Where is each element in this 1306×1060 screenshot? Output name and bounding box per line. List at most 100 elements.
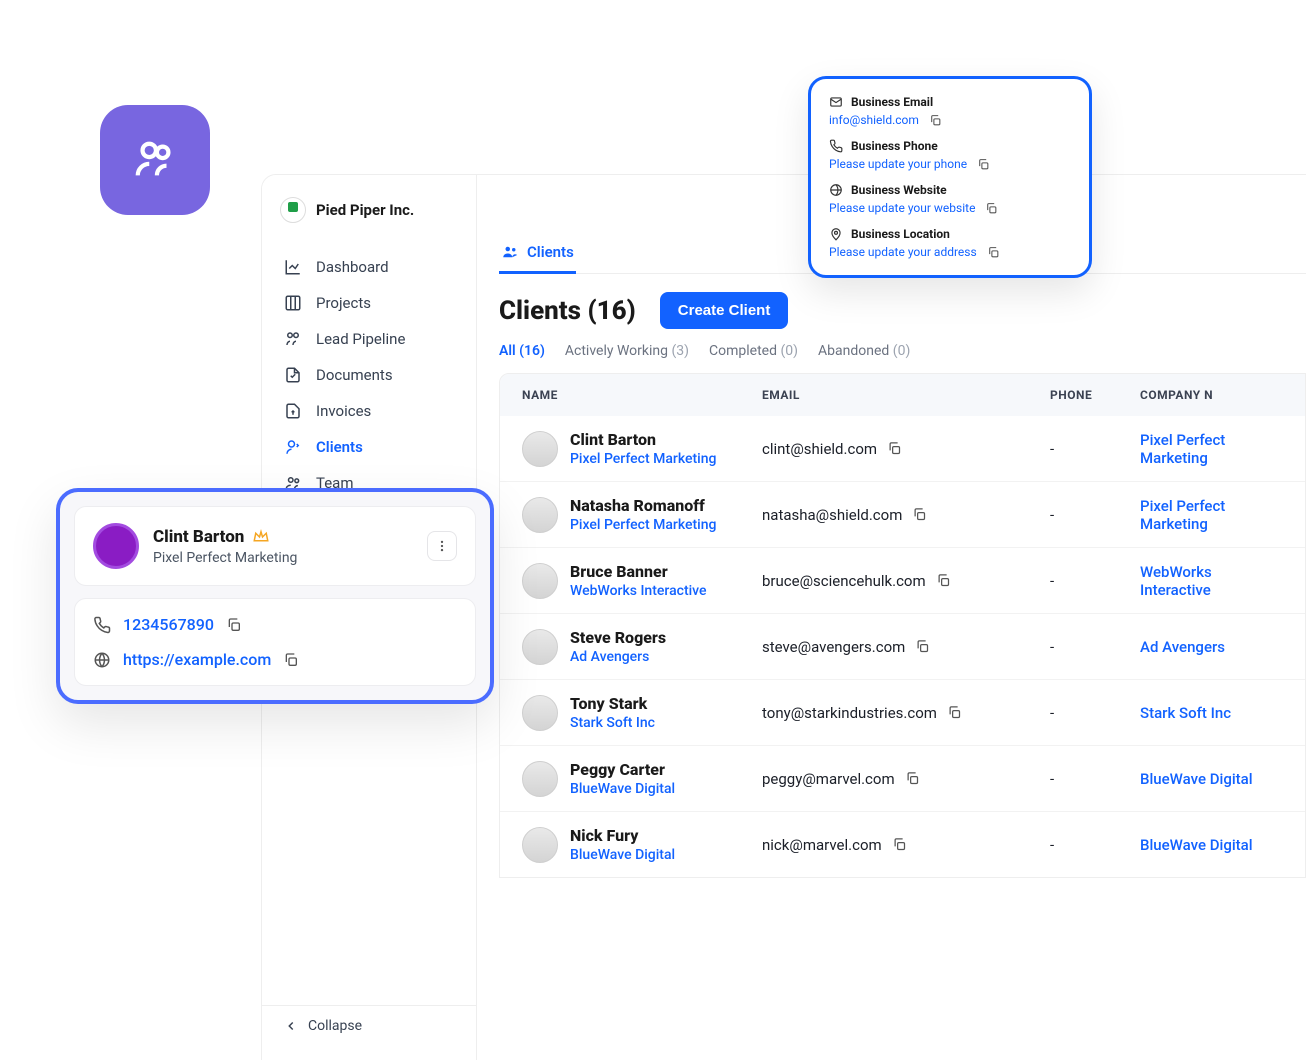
- client-name: Clint Barton: [570, 430, 716, 449]
- copy-icon[interactable]: [892, 837, 907, 852]
- invoice-icon: [284, 402, 302, 420]
- business-website-field: Business Website Please update your webs…: [829, 183, 1071, 215]
- copy-icon[interactable]: [947, 705, 962, 720]
- client-website-row: https://example.com: [93, 650, 457, 669]
- avatar: [522, 761, 558, 797]
- copy-icon[interactable]: [977, 158, 990, 171]
- avatar: [522, 629, 558, 665]
- client-company-col[interactable]: Pixel Perfect Marketing: [1140, 497, 1283, 533]
- sidebar-item-label: Documents: [316, 366, 393, 384]
- filter-completed[interactable]: Completed (0): [709, 343, 798, 359]
- client-website[interactable]: https://example.com: [123, 650, 271, 669]
- copy-icon[interactable]: [929, 114, 942, 127]
- client-phone: -: [1050, 638, 1140, 656]
- header-company[interactable]: COMPANY N: [1140, 388, 1283, 402]
- more-actions-button[interactable]: [427, 531, 457, 561]
- client-phone: -: [1050, 506, 1140, 524]
- business-website-value[interactable]: Please update your website: [829, 201, 1071, 215]
- globe-icon: [829, 183, 843, 197]
- copy-icon[interactable]: [915, 639, 930, 654]
- sidebar-item-projects[interactable]: Projects: [262, 285, 476, 321]
- client-header-row: Clint Barton Pixel Perfect Marketing: [74, 506, 476, 586]
- table-row[interactable]: Bruce Banner WebWorks Interactive bruce@…: [500, 548, 1305, 614]
- client-email: bruce@sciencehulk.com: [762, 572, 926, 590]
- business-location-value[interactable]: Please update your address: [829, 245, 1071, 259]
- pipeline-icon: [284, 330, 302, 348]
- sidebar-item-dashboard[interactable]: Dashboard: [262, 249, 476, 285]
- copy-icon[interactable]: [912, 507, 927, 522]
- client-company-col[interactable]: Stark Soft Inc: [1140, 704, 1283, 722]
- filter-all[interactable]: All (16): [499, 343, 545, 359]
- tab-clients[interactable]: Clients: [499, 233, 576, 274]
- client-company-col[interactable]: BlueWave Digital: [1140, 836, 1283, 854]
- copy-icon[interactable]: [985, 202, 998, 215]
- sidebar-item-label: Projects: [316, 294, 371, 312]
- business-phone-value[interactable]: Please update your phone: [829, 157, 1071, 171]
- client-name: Natasha Romanoff: [570, 496, 716, 515]
- sidebar-item-leadpipeline[interactable]: Lead Pipeline: [262, 321, 476, 357]
- client-subtitle: Pixel Perfect Marketing: [153, 550, 297, 566]
- org-selector[interactable]: Pied Piper Inc.: [262, 189, 476, 237]
- table-row[interactable]: Nick Fury BlueWave Digital nick@marvel.c…: [500, 812, 1305, 877]
- table-row[interactable]: Steve Rogers Ad Avengers steve@avengers.…: [500, 614, 1305, 680]
- collapse-label: Collapse: [308, 1018, 362, 1034]
- document-icon: [284, 366, 302, 384]
- client-company-link[interactable]: WebWorks Interactive: [570, 583, 707, 599]
- client-company-link[interactable]: Ad Avengers: [570, 649, 666, 665]
- avatar: [522, 695, 558, 731]
- sidebar-item-clients[interactable]: Clients: [262, 429, 476, 465]
- client-company-link[interactable]: Pixel Perfect Marketing: [570, 451, 716, 467]
- header-phone[interactable]: PHONE: [1050, 388, 1140, 402]
- client-name: Peggy Carter: [570, 760, 675, 779]
- header-email[interactable]: EMAIL: [762, 388, 1050, 402]
- client-phone: -: [1050, 572, 1140, 590]
- sidebar-item-invoices[interactable]: Invoices: [262, 393, 476, 429]
- collapse-sidebar[interactable]: Collapse: [262, 1005, 476, 1046]
- copy-icon[interactable]: [283, 652, 299, 668]
- business-phone-field: Business Phone Please update your phone: [829, 139, 1071, 171]
- copy-icon[interactable]: [226, 617, 242, 633]
- create-client-button[interactable]: Create Client: [660, 292, 789, 329]
- client-email: peggy@marvel.com: [762, 770, 895, 788]
- table-row[interactable]: Tony Stark Stark Soft Inc tony@starkindu…: [500, 680, 1305, 746]
- sidebar-item-label: Lead Pipeline: [316, 330, 405, 348]
- client-company-col[interactable]: Pixel Perfect Marketing: [1140, 431, 1283, 467]
- client-contact-row: 1234567890 https://example.com: [74, 598, 476, 686]
- sidebar-item-label: Invoices: [316, 402, 371, 420]
- copy-icon[interactable]: [936, 573, 951, 588]
- business-phone-label: Business Phone: [829, 139, 1071, 153]
- crown-icon: [252, 528, 270, 546]
- table-row[interactable]: Clint Barton Pixel Perfect Marketing cli…: [500, 416, 1305, 482]
- client-company-link[interactable]: Stark Soft Inc: [570, 715, 655, 731]
- copy-icon[interactable]: [987, 246, 1000, 259]
- copy-icon[interactable]: [887, 441, 902, 456]
- client-company-link[interactable]: BlueWave Digital: [570, 781, 675, 797]
- client-company-link[interactable]: BlueWave Digital: [570, 847, 675, 863]
- person-icon: [284, 438, 302, 456]
- filter-actively-working[interactable]: Actively Working (3): [565, 343, 689, 359]
- table-row[interactable]: Natasha Romanoff Pixel Perfect Marketing…: [500, 482, 1305, 548]
- client-company-col[interactable]: WebWorks Interactive: [1140, 563, 1283, 599]
- globe-icon: [93, 651, 111, 669]
- copy-icon[interactable]: [905, 771, 920, 786]
- business-info-card: Business Email info@shield.com Business …: [808, 76, 1092, 278]
- app-icon: [100, 105, 210, 215]
- business-location-field: Business Location Please update your add…: [829, 227, 1071, 259]
- business-email-value[interactable]: info@shield.com: [829, 113, 1071, 127]
- filter-abandoned[interactable]: Abandoned (0): [818, 343, 910, 359]
- client-company-link[interactable]: Pixel Perfect Marketing: [570, 517, 716, 533]
- table-row[interactable]: Peggy Carter BlueWave Digital peggy@marv…: [500, 746, 1305, 812]
- client-name: Steve Rogers: [570, 628, 666, 647]
- sidebar-item-label: Dashboard: [316, 258, 389, 276]
- header-name[interactable]: NAME: [522, 388, 762, 402]
- client-company-col[interactable]: Ad Avengers: [1140, 638, 1283, 656]
- tab-label: Clients: [527, 243, 574, 261]
- client-email: nick@marvel.com: [762, 836, 882, 854]
- people-icon: [132, 137, 178, 183]
- client-name: Clint Barton: [153, 527, 244, 547]
- client-phone: -: [1050, 440, 1140, 458]
- client-company-col[interactable]: BlueWave Digital: [1140, 770, 1283, 788]
- clients-table: NAME EMAIL PHONE COMPANY N Clint Barton …: [499, 373, 1306, 878]
- sidebar-item-documents[interactable]: Documents: [262, 357, 476, 393]
- client-phone[interactable]: 1234567890: [123, 615, 214, 634]
